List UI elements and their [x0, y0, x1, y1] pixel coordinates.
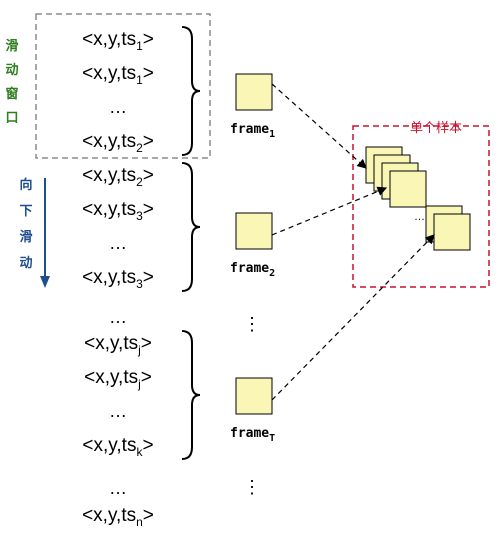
group-brace — [181, 26, 201, 156]
event-prefix: <x,y,ts — [82, 199, 136, 220]
event-suffix: > — [141, 367, 152, 388]
event-tuple: <x,y,tsk> — [82, 435, 153, 459]
event-suffix: > — [143, 505, 154, 526]
slide-down-char: 下 — [19, 204, 32, 219]
event-prefix: <x,y,ts — [82, 131, 136, 152]
stacked-frames: … — [365, 146, 471, 251]
sliding-window-char: 口 — [5, 111, 18, 126]
event-framing-diagram: 滑 动 窗 口 向 下 滑 动 单个样本 … <x,y,ts1><x,y,ts1… — [5, 13, 490, 529]
event-suffix: > — [143, 165, 154, 186]
slide-down-char: 动 — [19, 256, 32, 271]
event-prefix: <x,y,ts — [82, 29, 136, 50]
event-tuple: <x,y,ts2> — [82, 165, 154, 189]
event-prefix: <x,y,ts — [82, 505, 136, 526]
stacked-frame — [433, 213, 471, 251]
slide-down-char: 向 — [19, 177, 32, 193]
frame-square — [235, 377, 273, 415]
sliding-window-label: 滑 动 窗 口 — [5, 38, 18, 126]
event-prefix: <x,y,ts — [84, 333, 138, 354]
event-prefix: <x,y,ts — [82, 165, 136, 186]
event-tuple: <x,y,ts2> — [82, 131, 154, 155]
event-suffix: > — [143, 29, 154, 50]
event-timestamp-subscript: n — [136, 515, 143, 529]
slide-down-arrowhead — [40, 276, 50, 288]
event-prefix: <x,y,ts — [82, 63, 136, 84]
frame-square — [235, 73, 273, 111]
frame-column-ellipsis: ⋮ — [243, 314, 261, 334]
frame-square — [235, 212, 273, 250]
event-ellipsis: … — [109, 97, 127, 117]
event-prefix: <x,y,ts — [82, 435, 136, 456]
event-suffix: > — [143, 131, 154, 152]
event-tuple: <x,y,ts1> — [82, 63, 154, 87]
frame-column-ellipsis: ⋮ — [243, 477, 261, 497]
event-suffix: > — [143, 199, 154, 220]
stacked-frame — [389, 170, 427, 208]
event-tuple: <x,y,tsj> — [84, 367, 152, 391]
slide-down-char: 滑 — [19, 229, 32, 245]
event-tuple: <x,y,tsn> — [82, 505, 154, 529]
sample-box-label: 单个样本 — [410, 121, 462, 136]
frame-to-sample-arrow — [271, 83, 367, 169]
event-tuple: <x,y,tsj> — [84, 333, 152, 357]
frame-label: frame2 — [230, 261, 275, 279]
event-prefix: <x,y,ts — [82, 267, 136, 288]
group-gap-ellipsis: … — [109, 478, 127, 498]
event-suffix: > — [141, 333, 152, 354]
stacked-frame-ellipsis: … — [414, 211, 425, 223]
group-brace — [181, 330, 201, 460]
event-groups: <x,y,ts1> <x,y,ts1> … <x,y,ts2> frame1 <x,y,t… — [82, 26, 435, 529]
sliding-window-char: 动 — [5, 63, 18, 78]
group-brace — [181, 162, 201, 292]
slide-down-label: 向 下 滑 动 — [19, 177, 32, 271]
group-gap-ellipsis: … — [109, 307, 127, 327]
frame-label: frame1 — [230, 122, 275, 140]
sliding-window-char: 窗 — [5, 86, 18, 102]
event-ellipsis: … — [109, 401, 127, 421]
event-suffix: > — [143, 63, 154, 84]
event-tuple: <x,y,ts3> — [82, 199, 154, 223]
sliding-window-char: 滑 — [5, 38, 18, 54]
event-suffix: > — [142, 435, 153, 456]
event-tuple: <x,y,ts1> — [82, 29, 154, 53]
event-prefix: <x,y,ts — [84, 367, 138, 388]
event-ellipsis: … — [109, 233, 127, 253]
event-tuple: <x,y,ts3> — [82, 267, 154, 291]
event-suffix: > — [143, 267, 154, 288]
frame-to-sample-arrow — [271, 186, 388, 236]
frame-label: frameT — [230, 426, 275, 444]
